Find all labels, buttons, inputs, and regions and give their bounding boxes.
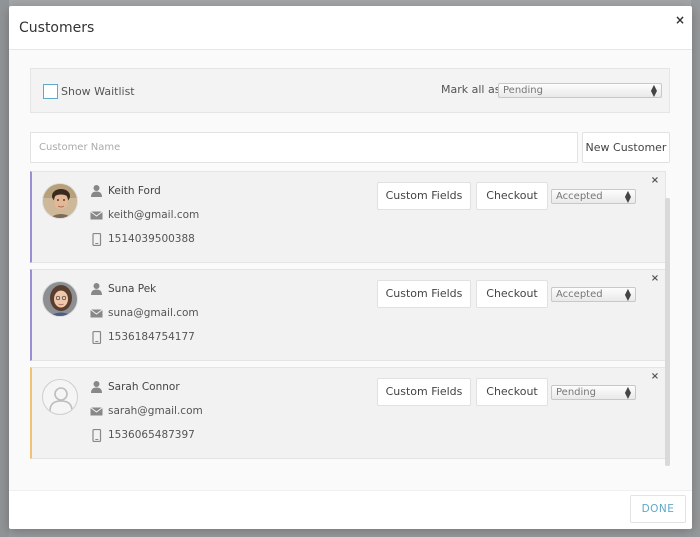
phone-icon [92,429,102,442]
envelope-icon [90,211,103,220]
status-value: Accepted [556,191,603,202]
photo-woman [43,282,77,316]
up-down-arrow-icon: ▲ ▼ [624,385,631,400]
customer-name: Sarah Connor [108,381,180,393]
user-icon [91,381,102,393]
customer-email: keith@gmail.com [108,209,200,221]
customer-name: Suna Pek [108,283,157,295]
checkout-button[interactable]: Checkout [476,378,548,406]
customers-modal: Customers × Show Waitlist Mark all as: P… [9,6,692,529]
up-down-arrow-icon: ▲ ▼ [624,287,631,302]
status-select[interactable]: Accepted ▲ ▼ [551,287,636,302]
mark-all-select[interactable]: Pending ▲ ▼ [498,83,662,98]
custom-fields-button[interactable]: Custom Fields [377,182,471,210]
status-select[interactable]: Pending ▲ ▼ [551,385,636,400]
show-waitlist-checkbox[interactable] [43,84,58,99]
phone-icon [92,233,102,246]
phone-icon [92,331,102,344]
modal-close-button[interactable]: × [672,12,688,28]
envelope-icon [90,407,103,416]
checkout-button[interactable]: Checkout [476,182,548,210]
envelope-icon [90,309,103,318]
custom-fields-button[interactable]: Custom Fields [377,280,471,308]
placeholder-user-icon [49,387,73,412]
customer-phone: 1536065487397 [108,429,195,441]
remove-customer-button[interactable]: × [649,175,661,187]
customer-email: suna@gmail.com [108,307,199,319]
customer-list-scrollbar[interactable] [665,198,670,466]
background-right-strip [691,0,700,537]
photo-man [43,184,77,218]
background-sidebar [0,0,9,537]
avatar [42,379,78,415]
new-customer-button[interactable]: New Customer [582,132,670,163]
avatar [42,281,78,317]
customer-phone: 1514039500388 [108,233,195,245]
customer-card: Keith Ford keith@gmail.com 1514039500388… [30,171,666,263]
customer-card: Suna Pek suna@gmail.com 1536184754177 Cu… [30,269,666,361]
user-icon [91,185,102,197]
user-icon [91,283,102,295]
modal-body: Show Waitlist Mark all as: Pending ▲ ▼ Cu… [9,50,692,490]
customer-name: Keith Ford [108,185,161,197]
checkout-button[interactable]: Checkout [476,280,548,308]
customer-name-input[interactable]: Customer Name [30,132,578,163]
custom-fields-button[interactable]: Custom Fields [377,378,471,406]
status-value: Accepted [556,289,603,300]
avatar [42,183,78,219]
show-waitlist-label[interactable]: Show Waitlist [61,85,135,98]
footer-divider [9,490,692,491]
mark-all-label: Mark all as: [441,83,505,96]
customer-phone: 1536184754177 [108,331,195,343]
up-down-arrow-icon: ▲ ▼ [650,83,657,98]
remove-customer-button[interactable]: × [649,273,661,285]
customer-email: sarah@gmail.com [108,405,203,417]
customer-card: Sarah Connor sarah@gmail.com 15360654873… [30,367,666,459]
waitlist-bar: Show Waitlist Mark all as: Pending ▲ ▼ [30,68,670,113]
modal-title: Customers [19,20,95,36]
status-value: Pending [556,387,596,398]
remove-customer-button[interactable]: × [649,371,661,383]
mark-all-value: Pending [503,85,543,96]
customer-list[interactable]: Keith Ford keith@gmail.com 1514039500388… [30,171,670,466]
status-select[interactable]: Accepted ▲ ▼ [551,189,636,204]
up-down-arrow-icon: ▲ ▼ [624,189,631,204]
done-button[interactable]: DONE [630,495,686,523]
